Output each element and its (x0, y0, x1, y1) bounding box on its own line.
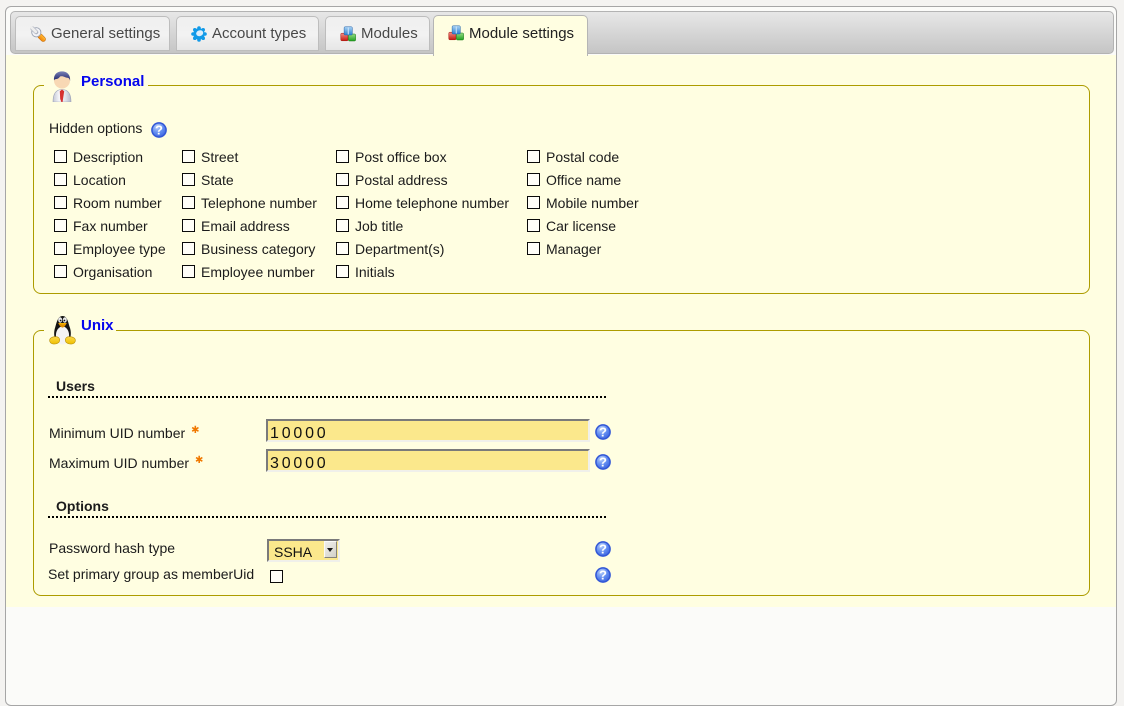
svg-text:?: ? (599, 425, 607, 440)
svg-text:?: ? (599, 568, 607, 583)
svg-text:?: ? (155, 123, 163, 138)
svg-text:?: ? (599, 542, 607, 557)
svg-text:?: ? (599, 455, 607, 470)
